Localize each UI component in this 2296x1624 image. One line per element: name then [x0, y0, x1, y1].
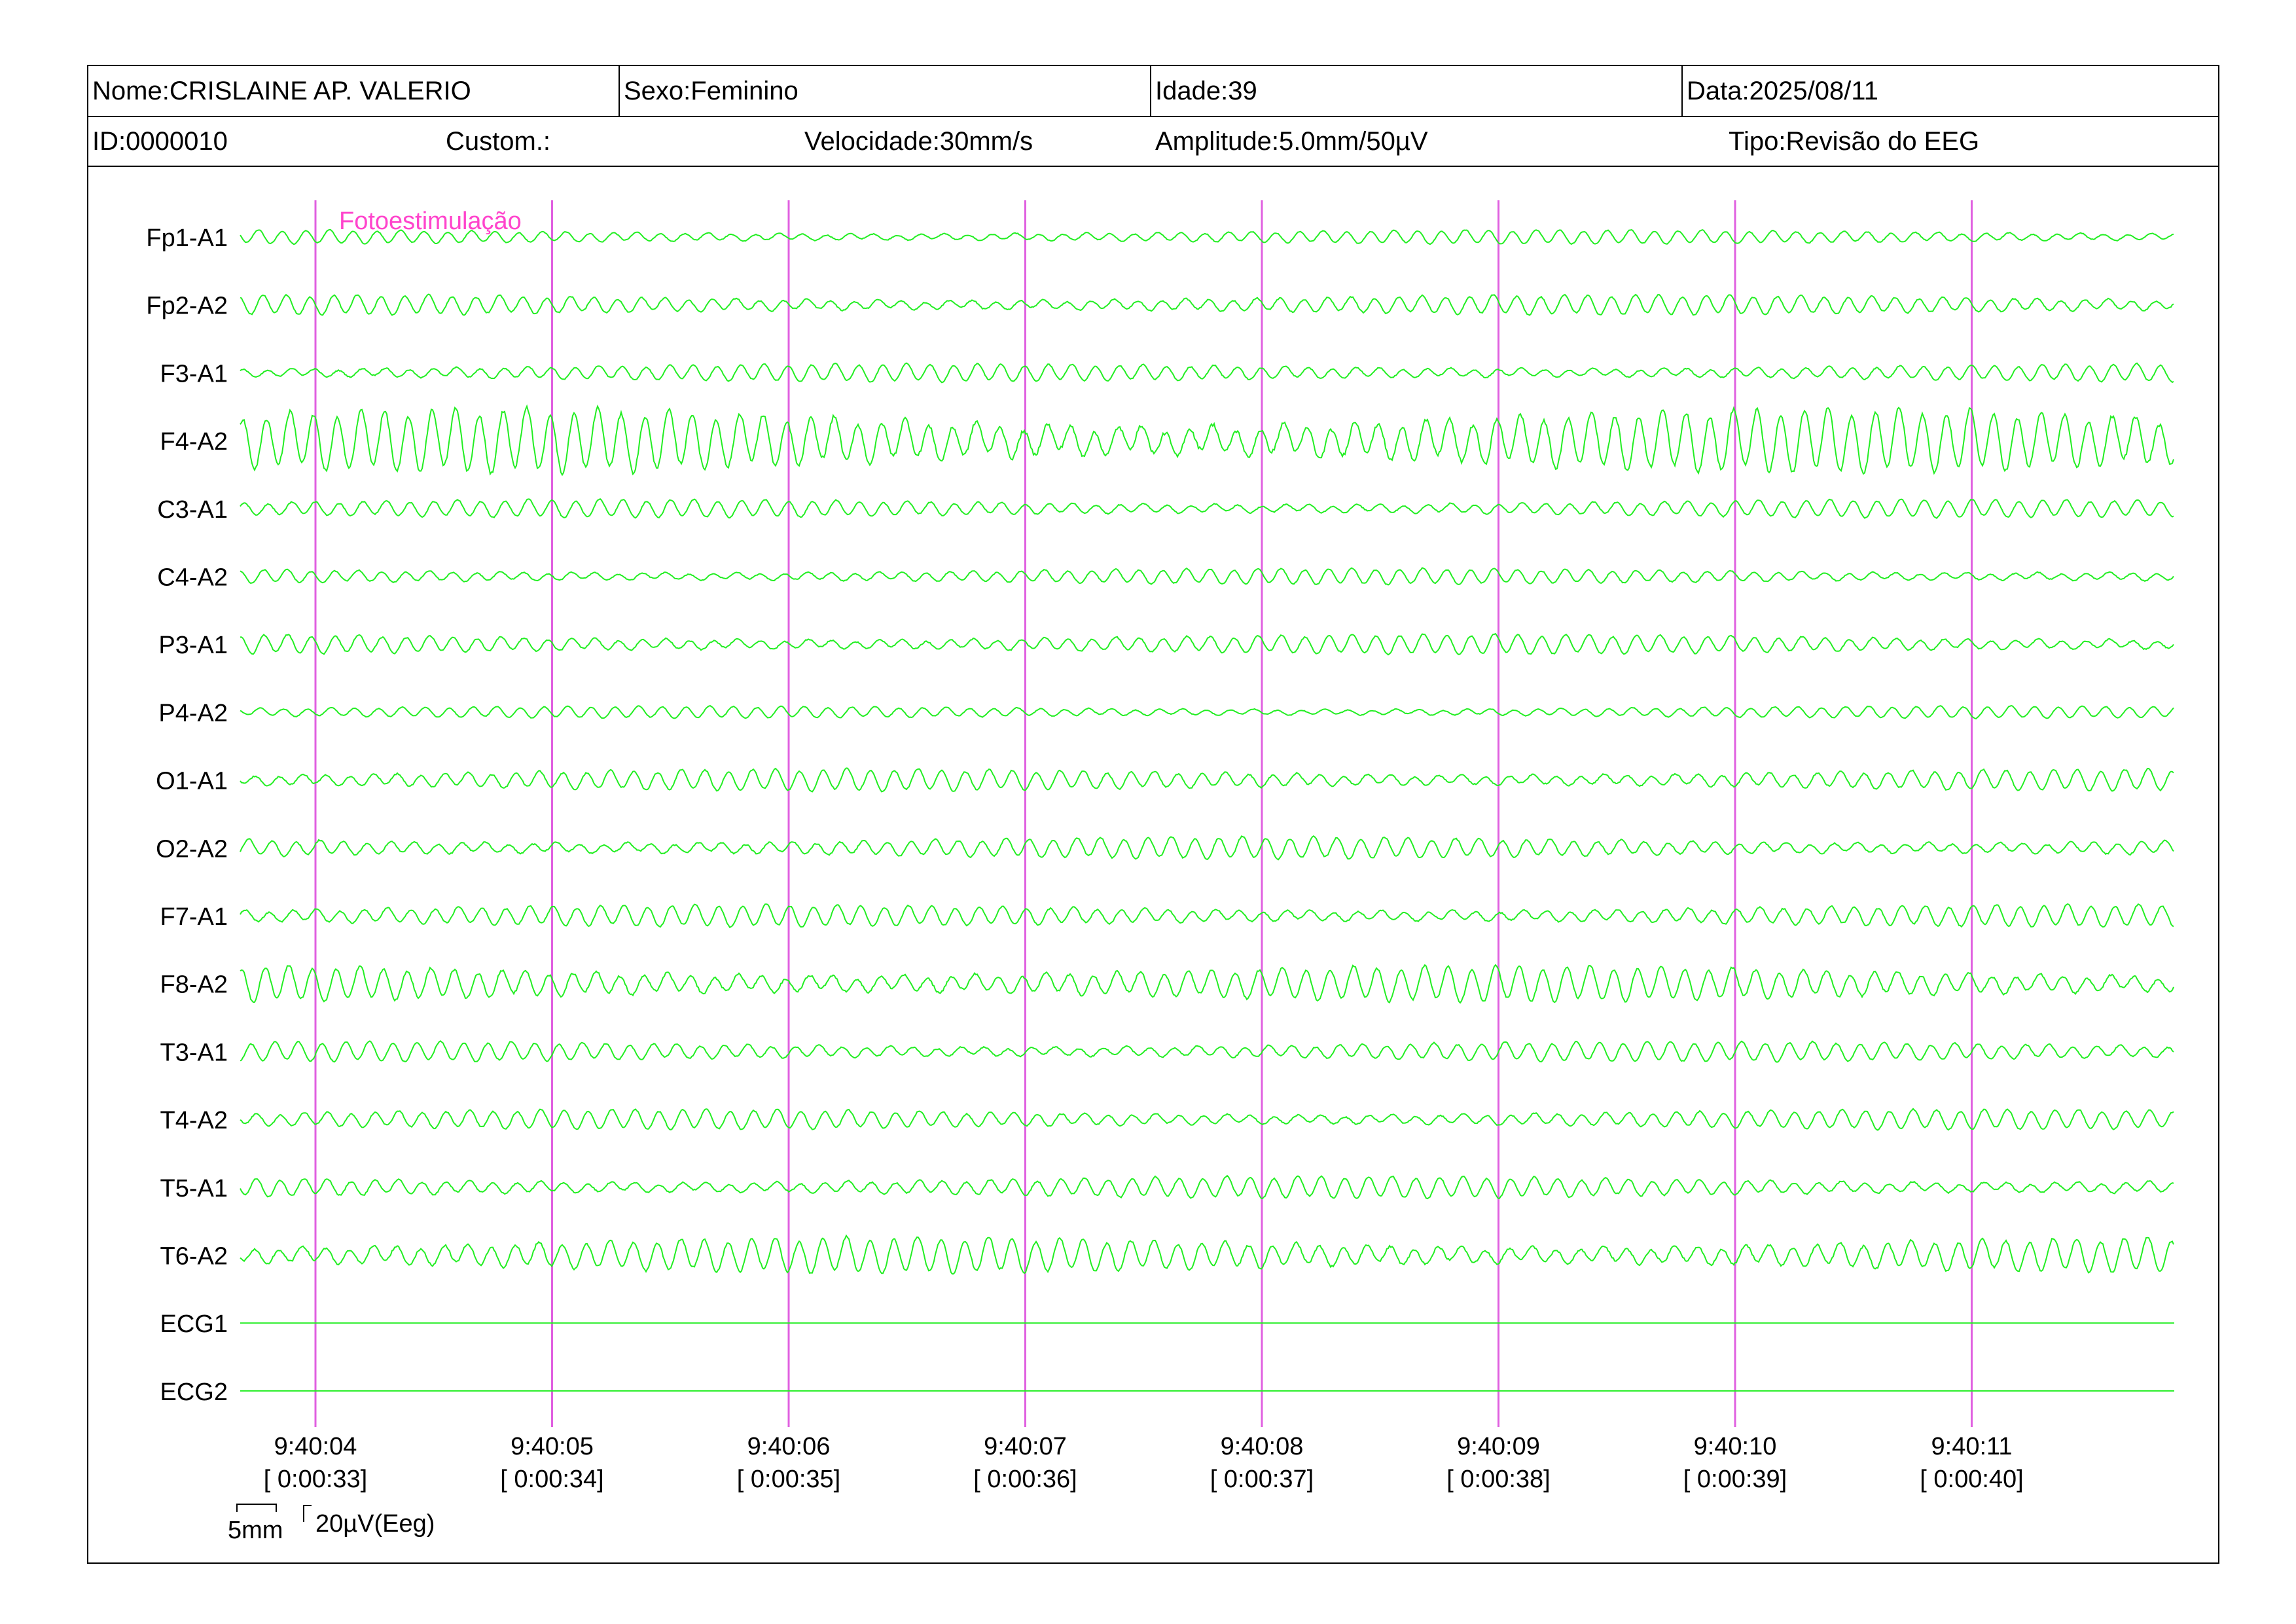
channel-trace: [240, 567, 2174, 586]
channel-trace: [240, 1040, 2174, 1063]
channel-label: T4-A2: [160, 1107, 228, 1134]
photostimulation-annotation: Fotoestimulação: [339, 208, 522, 235]
channel-trace: [240, 1174, 2174, 1200]
eeg-trace-chart: Fp1-A1 Fp2-A2 F3-A1 F4-A2 C3-A1 C4-A2 P3-A1 P4-…: [146, 200, 2174, 1544]
channel-label: C3-A1: [157, 496, 228, 524]
time-elapsed-label: [ 0:00:40]: [1920, 1466, 2023, 1493]
scale-legend: 5mm 20µV(Eeg): [228, 1504, 435, 1544]
channel-trace: [240, 293, 2174, 316]
channel-label: F7-A1: [160, 903, 228, 931]
time-clock-label: 9:40:09: [1457, 1433, 1540, 1460]
channel-label: O1-A1: [156, 768, 228, 795]
channel-trace: [240, 1108, 2174, 1131]
channel-trace: [240, 632, 2174, 656]
time-elapsed-label: [ 0:00:39]: [1683, 1466, 1787, 1493]
channel-label: Fp1-A1: [146, 225, 228, 252]
channel-label: T3-A1: [160, 1039, 228, 1066]
time-clock-label: 9:40:05: [511, 1433, 594, 1460]
channel-label: ECG2: [160, 1379, 228, 1406]
channel-trace: [240, 835, 2174, 861]
time-clock-label: 9:40:08: [1221, 1433, 1304, 1460]
time-elapsed-label: [ 0:00:36]: [973, 1466, 1077, 1493]
channel-label: P4-A2: [158, 700, 228, 727]
time-clock-label: 9:40:11: [1931, 1433, 2013, 1460]
channel-trace: [240, 767, 2174, 793]
scale-amplitude-label: 20µV(Eeg): [315, 1510, 435, 1538]
time-clock-label: 9:40:06: [747, 1433, 831, 1460]
time-clock-label: 9:40:07: [984, 1433, 1067, 1460]
channel-trace: [240, 229, 2174, 245]
channel-label: C4-A2: [157, 564, 228, 592]
channel-trace: [240, 497, 2174, 519]
channel-label: F8-A2: [160, 971, 228, 999]
channel-label: F4-A2: [160, 428, 228, 456]
time-elapsed-label: [ 0:00:35]: [737, 1466, 840, 1493]
time-clock-label: 9:40:10: [1694, 1433, 1777, 1460]
channel-trace: [240, 903, 2174, 929]
channel-label: ECG1: [160, 1310, 228, 1338]
time-clock-label: 9:40:04: [274, 1433, 357, 1460]
channel-trace: [240, 1234, 2174, 1275]
channel-label: T6-A2: [160, 1243, 228, 1271]
channel-trace: [240, 404, 2174, 477]
channel-label: Fp2-A2: [146, 293, 228, 320]
time-elapsed-label: [ 0:00:34]: [500, 1466, 603, 1493]
scale-time-label: 5mm: [228, 1517, 283, 1544]
channel-trace: [240, 704, 2174, 720]
time-elapsed-label: [ 0:00:37]: [1210, 1466, 1314, 1493]
channel-label: F3-A1: [160, 360, 228, 388]
time-elapsed-label: [ 0:00:33]: [264, 1466, 367, 1493]
channel-label: T5-A1: [160, 1175, 228, 1202]
channel-label: O2-A2: [156, 835, 228, 863]
channel-trace: [240, 362, 2174, 384]
channel-trace: [240, 964, 2174, 1004]
time-elapsed-label: [ 0:00:38]: [1446, 1466, 1550, 1493]
channel-label: P3-A1: [158, 632, 228, 659]
